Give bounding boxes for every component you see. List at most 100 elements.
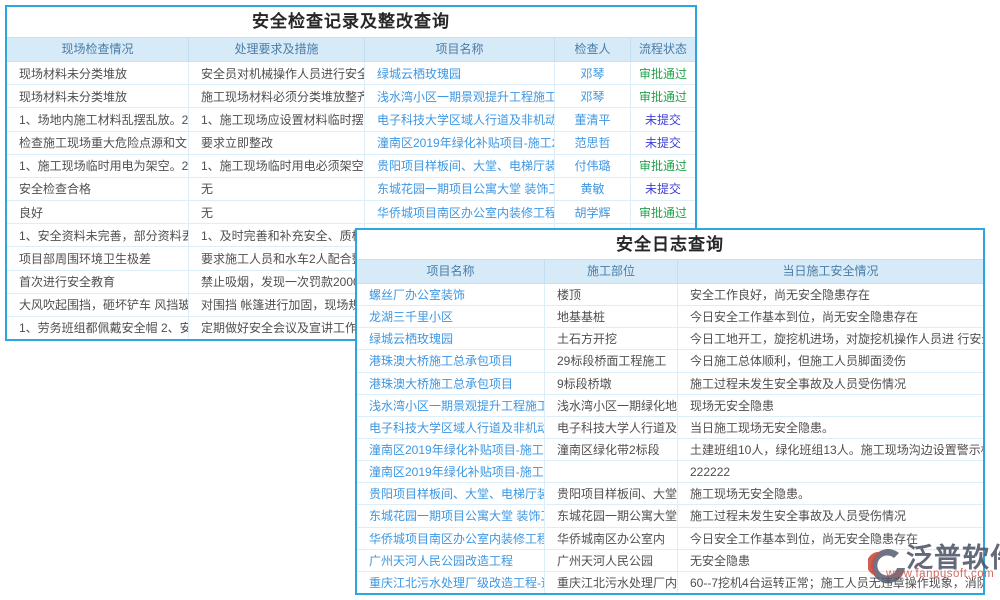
project-name-link[interactable]: 绿城云栖玫瑰园: [357, 328, 545, 349]
table-row: 龙湖三千里小区地基基桩今日安全工作基本到位，尚无安全隐患存在: [357, 306, 983, 328]
column-header-measures: 处理要求及措施: [189, 38, 365, 61]
table-row: 港珠澳大桥施工总承包项目29标段桥面工程施工今日施工总体顺利，但施工人员脚面烫伤: [357, 350, 983, 372]
inspection-situation-cell: 1、安全资料未完善，部分资料丢...: [7, 224, 189, 246]
construction-part-cell: 29标段桥面工程施工: [545, 350, 678, 371]
column-header-project: 项目名称: [365, 38, 555, 61]
inspector-name: 付伟璐: [555, 155, 631, 177]
daily-safety-cell: 今日工地开工，旋挖机进场，对旋挖机操作人员进 行安全技术...: [678, 328, 983, 349]
daily-safety-cell: 施工过程未发生安全事故及人员受伤情况: [678, 373, 983, 394]
inspection-measures-cell: 无: [189, 201, 365, 223]
table-row: 良好无华侨城项目南区办公室内装修工程胡学辉审批通过: [7, 201, 695, 224]
table-row: 东城花园一期项目公寓大堂 装饰工程东城花园一期公寓大堂施工过程未发生安全事故及人…: [357, 505, 983, 527]
daily-safety-cell: 今日施工总体顺利，但施工人员脚面烫伤: [678, 350, 983, 371]
inspection-measures-cell: 1、及时完善和补充安全、质检...: [189, 224, 365, 246]
inspector-name: 胡学辉: [555, 201, 631, 223]
inspection-measures-cell: 禁止吸烟，发现一次罚款2000...: [189, 271, 365, 293]
inspector-name: 董清平: [555, 108, 631, 130]
project-name-link[interactable]: 港珠澳大桥施工总承包项目: [357, 373, 545, 394]
project-name-link[interactable]: 浅水湾小区一期景观提升工程施工: [357, 395, 545, 416]
table-row: 港珠澳大桥施工总承包项目9标段桥墩施工过程未发生安全事故及人员受伤情况: [357, 373, 983, 395]
daily-safety-cell: 施工现场无安全隐患。: [678, 483, 983, 504]
inspection-measures-cell: 安全员对机械操作人员进行安全...: [189, 62, 365, 84]
daily-safety-cell: 安全工作良好，尚无安全隐患存在: [678, 284, 983, 305]
inspection-situation-cell: 大风吹起围挡，砸坏铲车 风挡玻...: [7, 294, 189, 316]
project-name-link[interactable]: 贵阳项目样板间、大堂、电梯厅装修工程: [365, 155, 555, 177]
inspection-situation-cell: 项目部周围环境卫生极差: [7, 247, 189, 269]
project-name-link[interactable]: 广州天河人民公园改造工程: [357, 550, 545, 571]
construction-part-cell: [545, 461, 678, 482]
construction-part-cell: 电子科技大学人行道及非...: [545, 417, 678, 438]
inspection-measures-cell: 要求施工人员和水车2人配合整...: [189, 247, 365, 269]
daily-safety-cell: 无安全隐患: [678, 550, 983, 571]
workflow-status-badge: 审批通过: [631, 201, 695, 223]
inspection-situation-cell: 1、施工现场临时用电为架空。2...: [7, 155, 189, 177]
table-row: 绿城云栖玫瑰园土石方开挖今日工地开工，旋挖机进场，对旋挖机操作人员进 行安全技术…: [357, 328, 983, 350]
daily-safety-cell: 现场无安全隐患: [678, 395, 983, 416]
project-name-link[interactable]: 潼南区2019年绿化补贴项目-施工2标段: [357, 461, 545, 482]
table-row: 浅水湾小区一期景观提升工程施工浅水湾小区一期绿化地现场无安全隐患: [357, 395, 983, 417]
project-name-link[interactable]: 潼南区2019年绿化补贴项目-施工2标段: [357, 439, 545, 460]
daily-safety-cell: 60--7挖机4台运转正常；施工人员无违章操作现象，消防7人在...: [678, 572, 983, 593]
workflow-status-badge: 审批通过: [631, 85, 695, 107]
table-row: 现场材料未分类堆放安全员对机械操作人员进行安全...绿城云栖玫瑰园邓琴审批通过: [7, 62, 695, 85]
project-name-link[interactable]: 浅水湾小区一期景观提升工程施工: [365, 85, 555, 107]
table-row: 重庆江北污水处理厂级改造工程-道路修复重庆江北污水处理厂内部...60--7挖机…: [357, 572, 983, 593]
column-header-inspector: 检查人: [555, 38, 631, 61]
daily-safety-cell: 222222: [678, 461, 983, 482]
inspection-situation-cell: 1、场地内施工材料乱摆乱放。2...: [7, 108, 189, 130]
project-name-link[interactable]: 东城花园一期项目公寓大堂 装饰工程: [365, 178, 555, 200]
inspection-header-row: 现场检查情况 处理要求及措施 项目名称 检查人 流程状态: [7, 37, 695, 62]
inspection-measures-cell: 要求立即整改: [189, 132, 365, 154]
inspector-name: 邓琴: [555, 62, 631, 84]
daily-safety-cell: 今日安全工作基本到位，尚无安全隐患存在: [678, 306, 983, 327]
project-name-link[interactable]: 贵阳项目样板间、大堂、电梯厅装修工程: [357, 483, 545, 504]
column-header-daily-safety: 当日施工安全情况: [678, 260, 983, 283]
table-row: 螺丝厂办公室装饰楼顶安全工作良好，尚无安全隐患存在: [357, 284, 983, 306]
table-row: 安全检查合格无东城花园一期项目公寓大堂 装饰工程黄敏未提交: [7, 178, 695, 201]
inspection-situation-cell: 检查施工现场重大危险点源和文...: [7, 132, 189, 154]
table-row: 华侨城项目南区办公室内装修工程华侨城南区办公室内今日安全工作基本到位，尚无安全隐…: [357, 528, 983, 550]
workflow-status-badge: 未提交: [631, 132, 695, 154]
project-name-link[interactable]: 潼南区2019年绿化补贴项目-施工2标段: [365, 132, 555, 154]
daily-safety-cell: 土建班组10人，绿化班组13人。施工现场沟边设置警示标识，...: [678, 439, 983, 460]
table-row: 潼南区2019年绿化补贴项目-施工2标段潼南区绿化带2标段土建班组10人，绿化班…: [357, 439, 983, 461]
log-header-row: 项目名称 施工部位 当日施工安全情况: [357, 259, 983, 284]
project-name-link[interactable]: 龙湖三千里小区: [357, 306, 545, 327]
project-name-link[interactable]: 绿城云栖玫瑰园: [365, 62, 555, 84]
inspection-measures-cell: 施工现场材料必须分类堆放整齐...: [189, 85, 365, 107]
project-name-link[interactable]: 华侨城项目南区办公室内装修工程: [357, 528, 545, 549]
daily-safety-cell: 当日施工现场无安全隐患。: [678, 417, 983, 438]
inspection-situation-cell: 安全检查合格: [7, 178, 189, 200]
inspection-situation-cell: 现场材料未分类堆放: [7, 85, 189, 107]
inspection-situation-cell: 首次进行安全教育: [7, 271, 189, 293]
table-row: 潼南区2019年绿化补贴项目-施工2标段 222222: [357, 461, 983, 483]
table-row: 检查施工现场重大危险点源和文...要求立即整改潼南区2019年绿化补贴项目-施工…: [7, 132, 695, 155]
workflow-status-badge: 审批通过: [631, 155, 695, 177]
table-row: 广州天河人民公园改造工程广州天河人民公园无安全隐患: [357, 550, 983, 572]
construction-part-cell: 广州天河人民公园: [545, 550, 678, 571]
table-row: 贵阳项目样板间、大堂、电梯厅装修工程贵阳项目样板间、大堂、...施工现场无安全隐…: [357, 483, 983, 505]
construction-part-cell: 浅水湾小区一期绿化地: [545, 395, 678, 416]
construction-part-cell: 重庆江北污水处理厂内部...: [545, 572, 678, 593]
column-header-project: 项目名称: [357, 260, 545, 283]
log-table-body: 螺丝厂办公室装饰楼顶安全工作良好，尚无安全隐患存在龙湖三千里小区地基基桩今日安全…: [357, 284, 983, 593]
inspector-name: 邓琴: [555, 85, 631, 107]
project-name-link[interactable]: 重庆江北污水处理厂级改造工程-道路修复: [357, 572, 545, 593]
project-name-link[interactable]: 电子科技大学区域人行道及非机动车道工程: [365, 108, 555, 130]
project-name-link[interactable]: 华侨城项目南区办公室内装修工程: [365, 201, 555, 223]
table-row: 现场材料未分类堆放施工现场材料必须分类堆放整齐...浅水湾小区一期景观提升工程施…: [7, 85, 695, 108]
project-name-link[interactable]: 电子科技大学区域人行道及非机动车道工程: [357, 417, 545, 438]
safety-log-query-panel: 安全日志查询 项目名称 施工部位 当日施工安全情况 螺丝厂办公室装饰楼顶安全工作…: [355, 228, 985, 595]
inspector-name: 黄敏: [555, 178, 631, 200]
workflow-status-badge: 未提交: [631, 108, 695, 130]
column-header-status: 流程状态: [631, 38, 695, 61]
project-name-link[interactable]: 港珠澳大桥施工总承包项目: [357, 350, 545, 371]
construction-part-cell: 华侨城南区办公室内: [545, 528, 678, 549]
construction-part-cell: 土石方开挖: [545, 328, 678, 349]
project-name-link[interactable]: 螺丝厂办公室装饰: [357, 284, 545, 305]
project-name-link[interactable]: 东城花园一期项目公寓大堂 装饰工程: [357, 505, 545, 526]
inspection-panel-title: 安全检查记录及整改查询: [7, 7, 695, 37]
inspection-measures-cell: 对围挡 帐篷进行加固，现场规...: [189, 294, 365, 316]
column-header-part: 施工部位: [545, 260, 678, 283]
workflow-status-badge: 未提交: [631, 178, 695, 200]
